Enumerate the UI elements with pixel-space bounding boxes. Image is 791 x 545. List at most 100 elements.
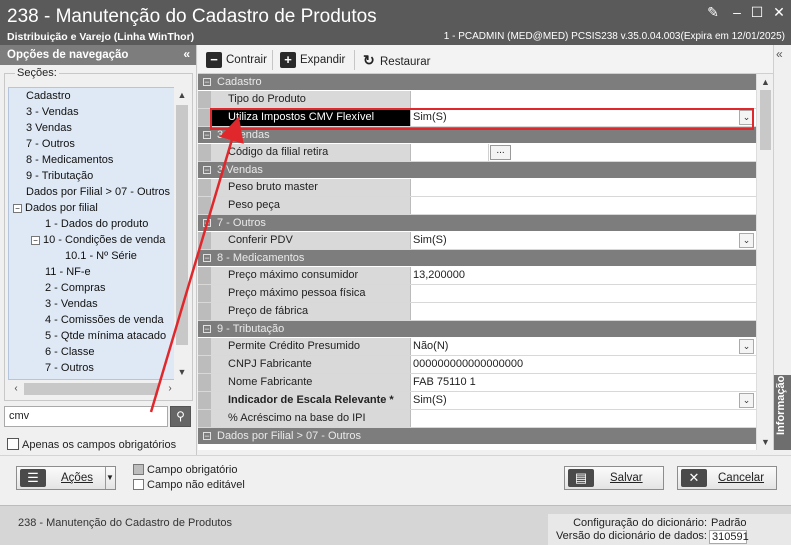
tree-item[interactable]: 2 - Compras [9, 280, 177, 296]
tree-item[interactable]: 6 - Classe [9, 344, 177, 360]
grid-row[interactable]: Preço máximo pessoa física [198, 285, 756, 303]
grid-row-value[interactable]: Sim(S) ⌄ [411, 232, 756, 249]
scroll-thumb[interactable] [24, 383, 158, 395]
chevron-down-icon[interactable]: ⌄ [739, 393, 754, 408]
grid-category[interactable]: −3 - Vendas [198, 127, 756, 144]
tree-item[interactable]: 4 - Comissões de venda [9, 312, 177, 328]
ellipsis-button[interactable]: ... [490, 145, 511, 160]
collapse-node-icon[interactable]: − [13, 203, 22, 213]
search-button[interactable]: ⚲ [170, 406, 191, 427]
scroll-left-icon[interactable]: ‹ [8, 381, 24, 397]
tree-item[interactable]: − Dados por filial [9, 200, 177, 216]
collapse-node-icon[interactable]: − [31, 235, 40, 245]
lookup-field[interactable] [411, 144, 489, 161]
edit-icon[interactable]: ✎ [704, 4, 722, 21]
grid-row[interactable]: Código da filial retira... [198, 144, 756, 162]
scroll-up-icon[interactable]: ▲ [174, 87, 190, 103]
grid-row[interactable]: Preço de fábrica [198, 303, 756, 321]
scroll-thumb[interactable] [176, 105, 188, 345]
minimize-button[interactable]: – [728, 4, 746, 20]
section-search-input[interactable]: cmv [4, 406, 168, 427]
actions-button[interactable]: ☰ Ações ▼ [16, 466, 116, 490]
scroll-thumb[interactable] [760, 90, 771, 150]
grid-row[interactable]: Preço máximo consumidor 13,200000 [198, 267, 756, 285]
tree-item[interactable]: 5 - Qtde mínima atacado [9, 328, 177, 344]
grid-row-value[interactable]: FAB 75110 1 [411, 374, 756, 391]
tree-item[interactable]: Cadastro [9, 88, 177, 104]
grid-vertical-scrollbar[interactable]: ▲ ▼ [756, 74, 773, 450]
grid-row[interactable]: Peso bruto master [198, 179, 756, 197]
grid-category[interactable]: − Cadastro [198, 74, 756, 91]
collapse-panel-icon[interactable]: « [183, 47, 190, 61]
grid-row-value[interactable]: 13,200000 [411, 267, 756, 284]
collapse-category-icon[interactable]: − [203, 78, 211, 87]
grid-category[interactable]: −8 - Medicamentos [198, 250, 756, 267]
grid-row-value[interactable] [411, 197, 756, 214]
grid-row-value[interactable]: Sim(S) ⌄ [411, 109, 756, 126]
grid-category[interactable]: −9 - Tributação [198, 321, 756, 338]
grid-row-value[interactable] [411, 91, 756, 108]
chevron-down-icon[interactable]: ⌄ [739, 233, 754, 248]
grid-row[interactable]: Conferir PDV Sim(S) ⌄ [198, 232, 756, 250]
collapse-all-button[interactable]: − Contrair [206, 52, 267, 68]
grid-category[interactable]: − Dados por Filial > 07 - Outros [198, 428, 756, 445]
only-required-checkbox[interactable]: Apenas os campos obrigatórios [7, 438, 176, 451]
grid-row[interactable]: Peso peça [198, 197, 756, 215]
grid-row-value[interactable] [411, 410, 756, 427]
cancel-button[interactable]: ✕ Cancelar [677, 466, 777, 490]
grid-row[interactable]: Utiliza Impostos CMV Flexível Sim(S) ⌄ [198, 109, 756, 127]
tree-horizontal-scrollbar[interactable]: ‹ › [8, 381, 178, 397]
maximize-button[interactable]: ☐ [748, 4, 766, 21]
tree-item[interactable]: 9 - Tributação [9, 168, 177, 184]
chevron-down-icon[interactable]: ⌄ [739, 110, 754, 125]
grid-row-value[interactable] [411, 179, 756, 196]
grid-row[interactable]: CNPJ Fabricante 000000000000000000 [198, 356, 756, 374]
tree-item[interactable]: 10.1 - Nº Série [9, 248, 177, 264]
grid-row-value[interactable]: ... [411, 144, 756, 161]
save-button[interactable]: ▤ Salvar [564, 466, 664, 490]
collapse-category-icon[interactable]: − [203, 254, 211, 263]
grid-row[interactable]: Tipo do Produto [198, 91, 756, 109]
tree-item[interactable]: 7 - Outros [9, 136, 177, 152]
grid-row-value[interactable] [411, 285, 756, 302]
scroll-down-icon[interactable]: ▼ [174, 364, 190, 380]
collapse-category-icon[interactable]: − [203, 166, 211, 175]
tree-item[interactable]: −10 - Condições de venda [9, 232, 177, 248]
chevron-down-icon[interactable]: ⌄ [739, 339, 754, 354]
tree-item[interactable]: 7 - Outros [9, 360, 177, 376]
grid-category[interactable]: −7 - Outros [198, 215, 756, 232]
grid-row-value[interactable]: Sim(S) ⌄ [411, 392, 756, 409]
scroll-right-icon[interactable]: › [162, 381, 178, 397]
checkbox-box[interactable] [7, 438, 19, 450]
tree-item[interactable]: 1 - Dados do produto [9, 216, 177, 232]
grid-row-value[interactable] [411, 303, 756, 320]
tree-item[interactable]: 11 - NF-e [9, 264, 177, 280]
collapse-panel-icon[interactable]: « [776, 47, 783, 61]
grid-row[interactable]: Nome Fabricante FAB 75110 1 [198, 374, 756, 392]
grid-row[interactable]: Indicador de Escala Relevante * Sim(S) ⌄ [198, 392, 756, 410]
sections-tree[interactable]: Cadastro 3 - Vendas 3 Vendas 7 - Outros 8 - … [8, 87, 178, 380]
grid-row-value[interactable]: 000000000000000000 [411, 356, 756, 373]
grid-row-value[interactable]: Não(N) ⌄ [411, 338, 756, 355]
grid-row[interactable]: % Acréscimo na base do IPI [198, 410, 756, 428]
restore-button[interactable]: ↻ Restaurar [363, 52, 431, 68]
tree-item[interactable]: Dados por Filial > 07 - Outros [9, 184, 177, 200]
tree-item[interactable]: 3 - Vendas [9, 296, 177, 312]
tree-item[interactable]: 3 Vendas [9, 120, 177, 136]
info-side-panel[interactable]: « Informação [773, 45, 791, 450]
tree-item[interactable]: 8 - Medicamentos [9, 152, 177, 168]
expand-all-button[interactable]: + Expandir [280, 52, 345, 68]
dropdown-arrow-icon[interactable]: ▼ [105, 467, 114, 489]
close-button[interactable]: ✕ [770, 4, 788, 21]
scroll-down-icon[interactable]: ▼ [757, 434, 774, 450]
collapse-category-icon[interactable]: − [203, 131, 211, 140]
tree-vertical-scrollbar[interactable]: ▲ ▼ [174, 87, 190, 380]
scroll-up-icon[interactable]: ▲ [757, 74, 774, 90]
collapse-category-icon[interactable]: − [203, 219, 211, 228]
tree-item[interactable]: 3 - Vendas [9, 104, 177, 120]
collapse-category-icon[interactable]: − [203, 325, 211, 334]
collapse-category-icon[interactable]: − [203, 432, 211, 441]
property-grid[interactable]: − Cadastro Tipo do Produto Utiliza Impostos… [198, 74, 756, 450]
grid-row[interactable]: Permite Crédito Presumido Não(N) ⌄ [198, 338, 756, 356]
grid-category[interactable]: −3 Vendas [198, 162, 756, 179]
